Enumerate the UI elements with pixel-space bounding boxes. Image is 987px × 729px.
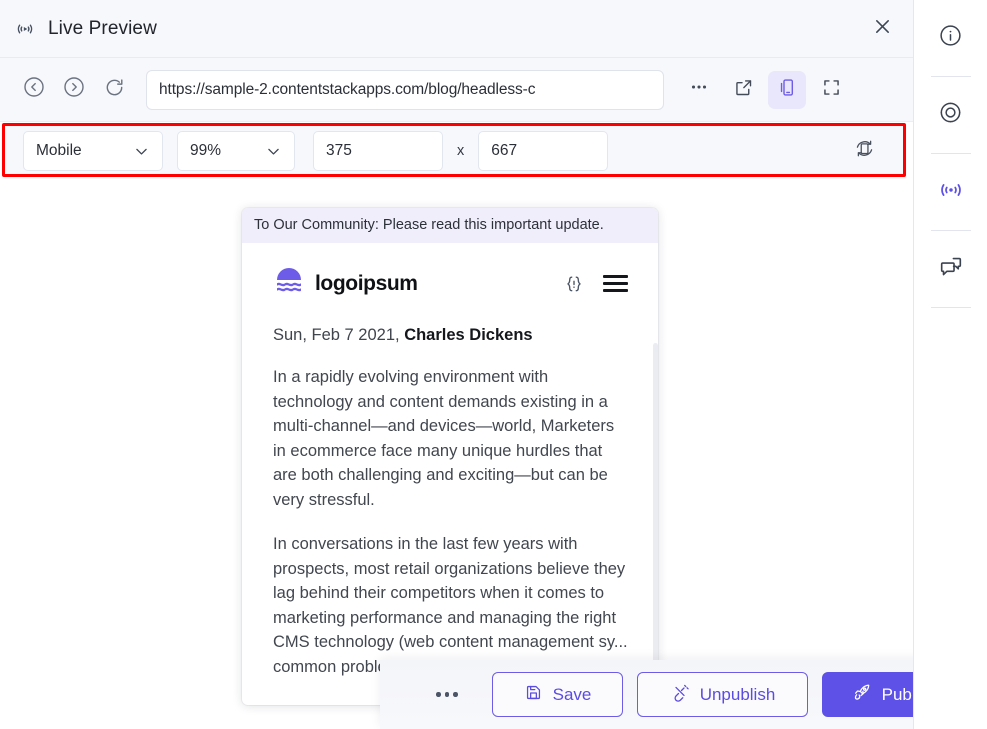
open-external-icon: [733, 77, 754, 103]
preview-scrollbar[interactable]: [653, 343, 658, 673]
close-icon: [872, 16, 893, 42]
main-column: Live Preview https://sample-2.contentsta…: [0, 0, 913, 729]
site-header-icons: [563, 273, 628, 295]
rocket-icon: [852, 682, 872, 707]
sidebar-item-focus[interactable]: [929, 93, 973, 137]
save-button[interactable]: Save: [492, 672, 623, 717]
back-button[interactable]: [14, 71, 54, 109]
sidebar-divider: [930, 307, 971, 308]
site-brand[interactable]: logoipsum: [273, 265, 418, 302]
open-external-button[interactable]: [724, 71, 762, 109]
sidebar-divider: [930, 76, 971, 77]
forward-button[interactable]: [54, 71, 94, 109]
fullscreen-button[interactable]: [812, 71, 850, 109]
browser-actions: [680, 70, 850, 109]
zoom-select[interactable]: 99%: [177, 131, 295, 171]
comments-icon: [938, 254, 964, 285]
burger-line: [603, 282, 628, 285]
device-toolbar-wrap: Mobile 99% 375 x 667: [0, 122, 913, 180]
device-select[interactable]: Mobile: [23, 131, 163, 171]
browser-toolbar: https://sample-2.contentstackapps.com/bl…: [0, 58, 913, 122]
url-text: https://sample-2.contentstackapps.com/bl…: [159, 80, 536, 98]
zoom-select-value: 99%: [190, 142, 222, 159]
code-braces-icon[interactable]: [563, 273, 585, 295]
dimension-separator: x: [457, 143, 465, 159]
right-sidebar: [913, 0, 987, 729]
refresh-icon: [103, 76, 126, 104]
refresh-button[interactable]: [94, 71, 134, 109]
unpublish-button[interactable]: Unpublish: [637, 672, 808, 717]
site-brand-name: logoipsum: [315, 271, 418, 295]
site-header: logoipsum: [273, 243, 628, 326]
logoipsum-logo-icon: [273, 265, 305, 302]
sidebar-item-comments[interactable]: [929, 247, 973, 291]
dot: [453, 692, 458, 697]
hamburger-menu-icon[interactable]: [603, 275, 628, 292]
header-left: Live Preview: [14, 18, 157, 40]
chevron-down-icon: [265, 143, 282, 160]
sidebar-divider: [930, 153, 971, 154]
article-author: Charles Dickens: [404, 326, 533, 344]
burger-line: [603, 275, 628, 278]
more-options-button[interactable]: [680, 71, 718, 109]
article-paragraph-2: In conversations in the last few years w…: [273, 535, 628, 676]
dot: [444, 692, 450, 697]
close-button[interactable]: [865, 12, 899, 46]
viewport-width-value: 375: [326, 142, 352, 159]
burger-line: [603, 289, 628, 292]
device-preview-frame[interactable]: To Our Community: Please read this impor…: [242, 208, 658, 705]
article-byline: Sun, Feb 7 2021, Charles Dickens: [273, 326, 628, 345]
article-date: Sun, Feb 7 2021,: [273, 326, 405, 344]
live-preview-window: Live Preview https://sample-2.contentsta…: [0, 0, 987, 729]
publish-button-label: Publish: [881, 684, 913, 704]
device-toolbar: Mobile 99% 375 x 667: [7, 125, 906, 177]
url-input[interactable]: https://sample-2.contentstackapps.com/bl…: [146, 69, 664, 110]
device-select-value: Mobile: [36, 142, 82, 159]
forward-icon: [62, 75, 86, 104]
unpublish-icon: [670, 682, 690, 707]
target-icon: [938, 100, 963, 130]
publish-button[interactable]: Publish: [822, 672, 913, 717]
site-announcement-banner: To Our Community: Please read this impor…: [242, 208, 658, 243]
info-icon: [938, 23, 963, 53]
chevron-down-icon: [133, 143, 150, 160]
device-preview-icon: [777, 77, 798, 103]
page-title: Live Preview: [48, 17, 157, 39]
save-button-label: Save: [552, 684, 592, 704]
entry-action-bar: Save Unpublish Pub: [380, 660, 913, 729]
rotate-device-icon: [853, 137, 876, 165]
viewport-height-input[interactable]: 667: [478, 131, 609, 171]
rotate-device-button[interactable]: [846, 133, 882, 169]
broadcast-icon: [14, 18, 36, 40]
window-header: Live Preview: [0, 0, 913, 58]
back-icon: [22, 75, 46, 104]
preview-stage: To Our Community: Please read this impor…: [0, 180, 913, 729]
sidebar-item-info[interactable]: [929, 16, 973, 60]
viewport-height-value: 667: [491, 142, 518, 159]
article-paragraph-1: In a rapidly evolving environment with t…: [273, 368, 615, 509]
unpublish-button-label: Unpublish: [699, 684, 776, 704]
sidebar-item-live-preview[interactable]: [929, 170, 973, 214]
device-preview-button[interactable]: [768, 70, 806, 109]
live-preview-icon: [938, 177, 964, 208]
dot: [436, 692, 441, 697]
sidebar-divider: [930, 230, 971, 231]
more-options-icon: [688, 76, 710, 103]
more-actions-button[interactable]: [424, 675, 470, 715]
save-icon: [524, 683, 543, 707]
viewport-width-input[interactable]: 375: [313, 131, 443, 171]
fullscreen-icon: [821, 77, 842, 103]
site-body: logoipsum Sun, Feb 7 2021, Charles Dicke…: [242, 243, 658, 705]
